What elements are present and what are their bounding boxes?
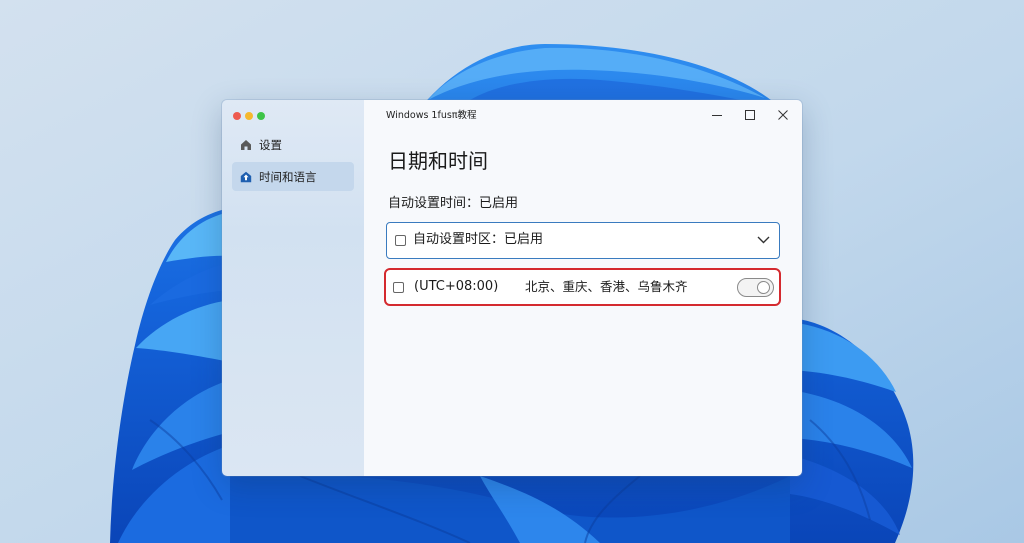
minimize-button[interactable] <box>701 100 733 130</box>
minimize-icon <box>712 115 722 116</box>
settings-window: 设置 时间和语言 Windows 1fusπ教程 日期和时间 自动设置时间：已启… <box>222 100 802 476</box>
sidebar: 设置 时间和语言 <box>222 100 364 476</box>
home-icon <box>240 139 252 151</box>
window-zoom-dot[interactable] <box>257 112 265 120</box>
sidebar-item-label: 时间和语言 <box>259 169 317 184</box>
utc-offset: (UTC+08:00) <box>414 279 499 294</box>
timezone-checkbox[interactable] <box>393 281 404 293</box>
timezone-dropdown[interactable]: 自动设置时区：已启用 <box>386 222 780 259</box>
main-pane: Windows 1fusπ教程 日期和时间 自动设置时间：已启用 自动设置时区：… <box>364 100 802 476</box>
window-minimize-dot[interactable] <box>245 112 253 120</box>
chevron-down-icon[interactable] <box>757 236 770 244</box>
window-close-dot[interactable] <box>233 112 241 120</box>
page-title: 日期和时间 <box>388 149 488 173</box>
close-icon <box>778 110 788 120</box>
sidebar-item-time-language[interactable]: 时间和语言 <box>232 162 354 191</box>
window-title: Windows 1fusπ教程 <box>386 110 477 121</box>
toggle-knob <box>757 280 770 294</box>
sidebar-item-settings[interactable]: 设置 <box>232 133 354 157</box>
auto-timezone-checkbox[interactable] <box>395 234 406 246</box>
timezone-dropdown-label: 自动设置时区：已启用 <box>413 232 544 247</box>
maximize-button[interactable] <box>734 100 766 130</box>
time-language-icon <box>240 171 252 183</box>
sidebar-item-label: 设置 <box>259 138 282 152</box>
close-button[interactable] <box>767 100 799 130</box>
timezone-row: (UTC+08:00) 北京、重庆、香港、乌鲁木齐 <box>384 268 781 306</box>
timezone-toggle[interactable] <box>737 277 774 297</box>
maximize-icon <box>745 110 755 120</box>
auto-time-status: 自动设置时间：已启用 <box>388 196 519 211</box>
timezone-cities: 北京、重庆、香港、乌鲁木齐 <box>525 279 688 294</box>
